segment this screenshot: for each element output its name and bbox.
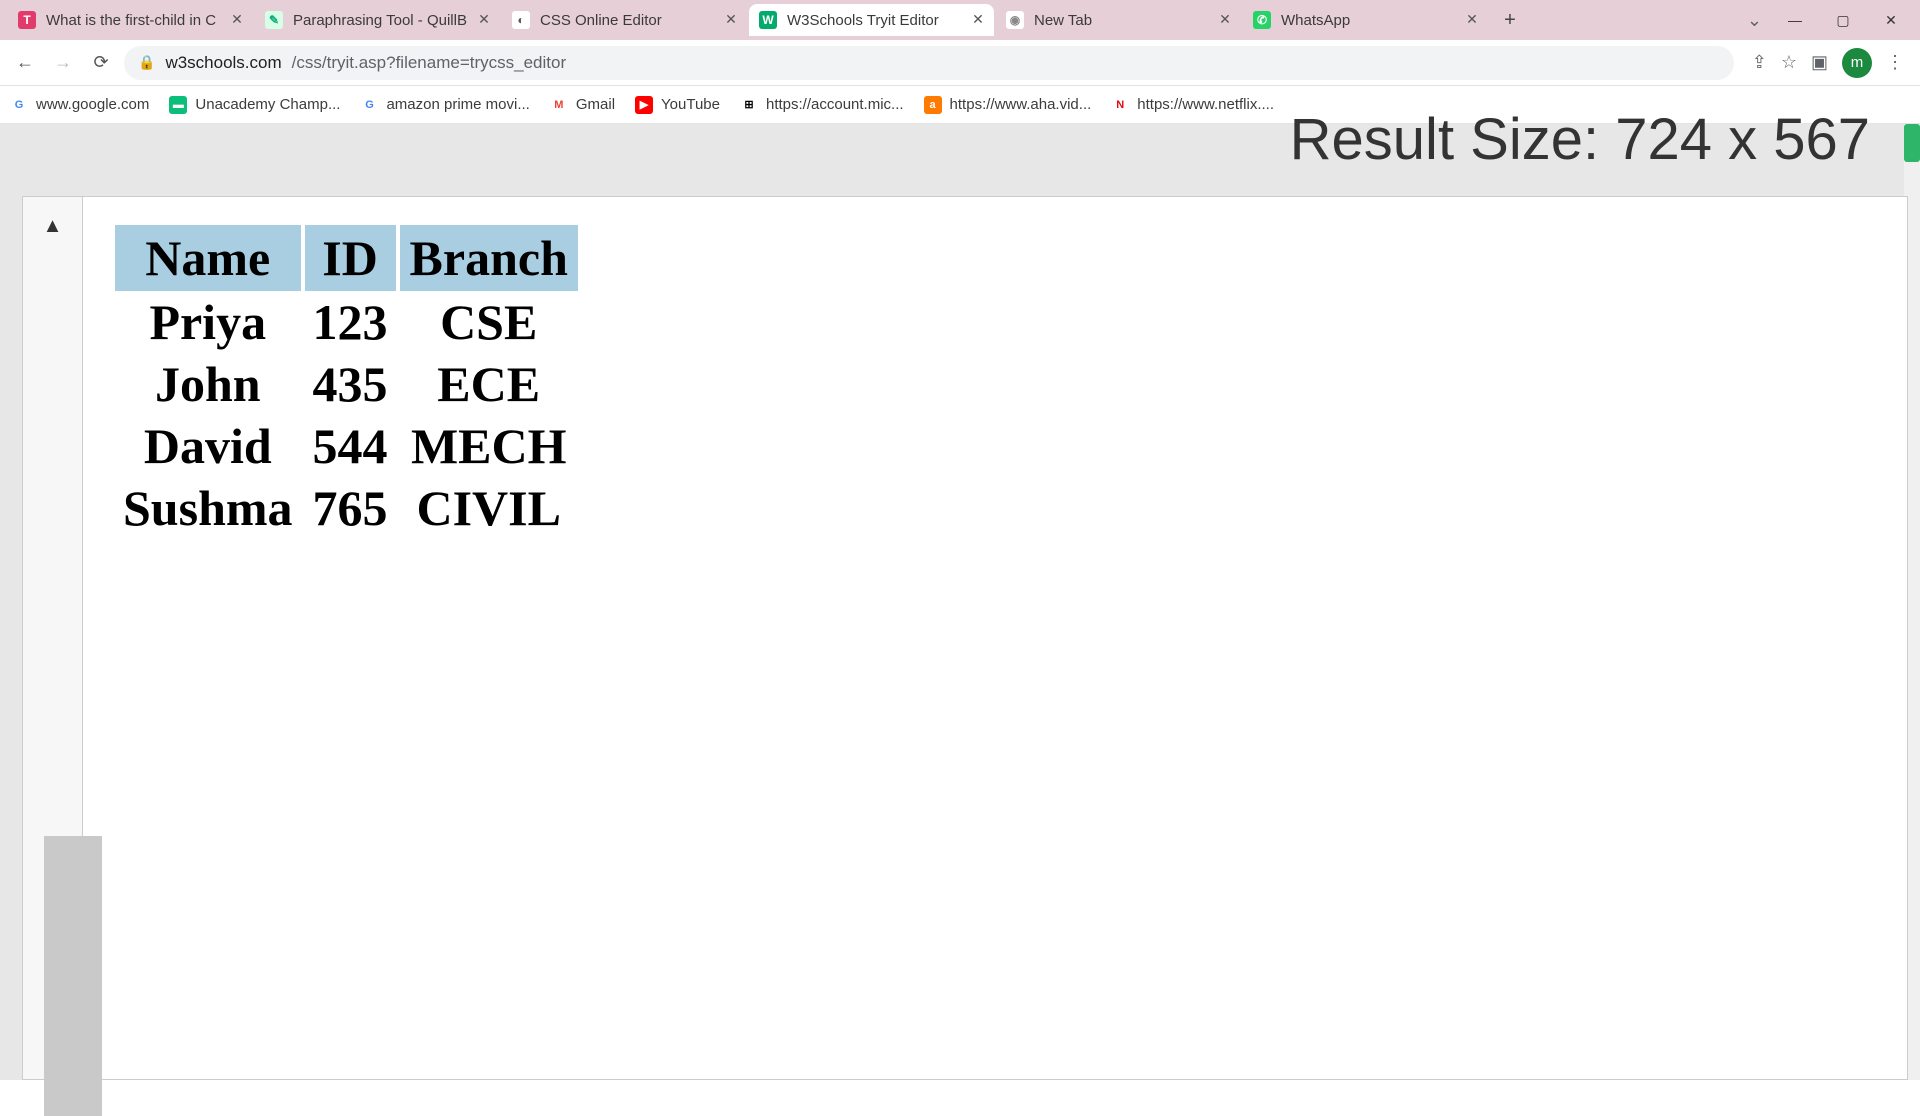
table-cell: ECE (400, 353, 578, 415)
window-maximize-button[interactable]: ▢ (1828, 12, 1858, 29)
kebab-menu-icon[interactable]: ⋮ (1886, 52, 1904, 73)
forward-button[interactable]: → (48, 48, 78, 78)
result-size-label: Result Size: 724 x 567 (1290, 106, 1870, 173)
bookmark-favicon: ▶ (635, 96, 653, 114)
table-cell: Sushma (115, 477, 301, 539)
share-icon[interactable]: ⇪ (1752, 52, 1767, 73)
tab-close-icon[interactable]: ✕ (229, 12, 245, 28)
table-cell: 765 (305, 477, 396, 539)
table-cell: CIVIL (400, 477, 578, 539)
bookmark-favicon: G (360, 96, 378, 114)
tab-title: Paraphrasing Tool - QuillB (293, 12, 470, 29)
url-host: w3schools.com (165, 53, 281, 73)
bookmark-item[interactable]: Nhttps://www.netflix.... (1111, 96, 1274, 114)
bookmark-item[interactable]: M Gmail (550, 96, 615, 114)
tab-favicon: ◉ (1006, 11, 1024, 29)
bookmark-label: Unacademy Champ... (195, 96, 340, 113)
result-pane: Name ID Branch Priya123CSEJohn435ECEDavi… (82, 196, 1908, 1080)
table-row: Priya123CSE (115, 291, 578, 353)
url-path: /css/tryit.asp?filename=trycss_editor (292, 53, 566, 73)
table-row: Sushma765CIVIL (115, 477, 578, 539)
profile-avatar[interactable]: m (1842, 48, 1872, 78)
page-scrollbar-thumb[interactable] (1904, 124, 1920, 162)
address-bar[interactable]: 🔒 w3schools.com/css/tryit.asp?filename=t… (124, 46, 1734, 80)
table-cell: Priya (115, 291, 301, 353)
window-close-button[interactable]: ✕ (1876, 12, 1906, 29)
col-header: Name (115, 225, 301, 291)
bookmark-favicon: G (10, 96, 28, 114)
table-header-row: Name ID Branch (115, 225, 578, 291)
browser-tab[interactable]: T What is the first-child in C ✕ (8, 4, 253, 36)
bookmark-favicon: M (550, 96, 568, 114)
tab-favicon: W (759, 11, 777, 29)
browser-tab[interactable]: ◐ CSS Online Editor ✕ (502, 4, 747, 36)
col-header: Branch (400, 225, 578, 291)
tab-strip: T What is the first-child in C ✕ ✎ Paraphras… (0, 0, 1920, 40)
tab-close-icon[interactable]: ✕ (970, 12, 986, 28)
table-cell: MECH (400, 415, 578, 477)
bookmark-favicon: ⊞ (740, 96, 758, 114)
tab-title: New Tab (1034, 12, 1211, 29)
bookmark-label: www.google.com (36, 96, 149, 113)
bookmark-label: https://account.mic... (766, 96, 904, 113)
bookmark-item[interactable]: ▬ Unacademy Champ... (169, 96, 340, 114)
bookmark-item[interactable]: a https://www.aha.vid... (924, 96, 1092, 114)
bookmark-item[interactable]: ⊞ https://account.mic... (740, 96, 904, 114)
bookmark-favicon: a (924, 96, 942, 114)
bookmark-label: amazon prime movi... (386, 96, 529, 113)
browser-tab[interactable]: W W3Schools Tryit Editor ✕ (749, 4, 994, 36)
tab-title: What is the first-child in C (46, 12, 223, 29)
bookmark-item[interactable]: Gamazon prime movi... (360, 96, 529, 114)
table-cell: CSE (400, 291, 578, 353)
tab-title: CSS Online Editor (540, 12, 717, 29)
table-cell: 544 (305, 415, 396, 477)
reload-button[interactable]: ⟳ (86, 48, 116, 78)
table-cell: 123 (305, 291, 396, 353)
expand-editor-triangle-icon[interactable]: ▲ (43, 215, 63, 238)
bookmark-favicon: N (1111, 96, 1129, 114)
editor-scrollbar-thumb[interactable] (44, 836, 102, 1116)
bookmark-favicon: ▬ (169, 96, 187, 114)
tab-close-icon[interactable]: ✕ (723, 12, 739, 28)
table-cell: David (115, 415, 301, 477)
tab-favicon: ✆ (1253, 11, 1271, 29)
page-content: Result Size: 724 x 567 ▲ Name ID Branch … (0, 124, 1920, 1080)
col-header: ID (305, 225, 396, 291)
browser-tab[interactable]: ✆ WhatsApp ✕ (1243, 4, 1488, 36)
bookmark-star-icon[interactable]: ☆ (1781, 52, 1797, 73)
tab-close-icon[interactable]: ✕ (1217, 12, 1233, 28)
table-row: David544MECH (115, 415, 578, 477)
tab-favicon: ◐ (512, 11, 530, 29)
result-table: Name ID Branch Priya123CSEJohn435ECEDavi… (111, 225, 582, 539)
lock-icon: 🔒 (138, 54, 155, 71)
bookmark-item[interactable]: Gwww.google.com (10, 96, 149, 114)
bookmark-label: https://www.netflix.... (1137, 96, 1274, 113)
tab-title: W3Schools Tryit Editor (787, 12, 964, 29)
side-panel-icon[interactable]: ▣ (1811, 52, 1828, 73)
table-row: John435ECE (115, 353, 578, 415)
table-cell: 435 (305, 353, 396, 415)
window-minimize-button[interactable]: — (1780, 12, 1810, 28)
table-cell: John (115, 353, 301, 415)
tab-search-icon[interactable]: ⌄ (1747, 10, 1762, 31)
tab-favicon: T (18, 11, 36, 29)
browser-tab[interactable]: ✎ Paraphrasing Tool - QuillB ✕ (255, 4, 500, 36)
tab-close-icon[interactable]: ✕ (476, 12, 492, 28)
browser-toolbar: ← → ⟳ 🔒 w3schools.com/css/tryit.asp?file… (0, 40, 1920, 86)
bookmark-label: Gmail (576, 96, 615, 113)
bookmark-label: https://www.aha.vid... (950, 96, 1092, 113)
tab-close-icon[interactable]: ✕ (1464, 12, 1480, 28)
back-button[interactable]: ← (10, 48, 40, 78)
browser-tab[interactable]: ◉ New Tab ✕ (996, 4, 1241, 36)
bookmark-item[interactable]: ▶ YouTube (635, 96, 720, 114)
bookmark-label: YouTube (661, 96, 720, 113)
tab-favicon: ✎ (265, 11, 283, 29)
tab-title: WhatsApp (1281, 12, 1458, 29)
new-tab-button[interactable]: + (1496, 6, 1524, 34)
